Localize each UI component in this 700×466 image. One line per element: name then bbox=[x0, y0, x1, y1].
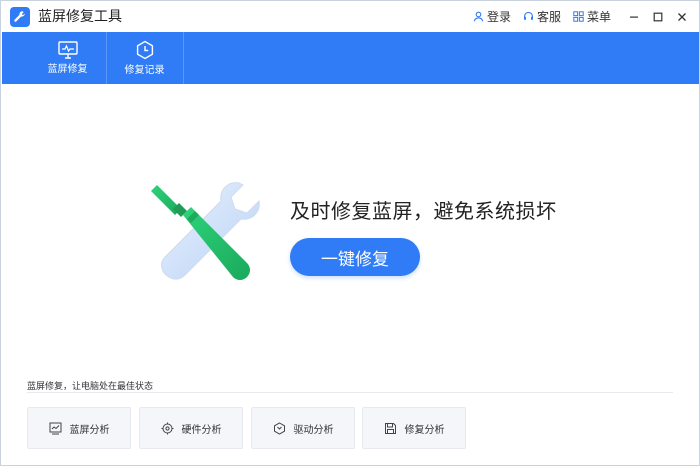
wrench-logo-icon bbox=[10, 7, 30, 27]
maximize-button[interactable] bbox=[647, 6, 669, 28]
close-button[interactable] bbox=[671, 6, 693, 28]
close-icon bbox=[678, 12, 686, 21]
maximize-icon bbox=[653, 12, 663, 21]
wrench-screwdriver-illustration bbox=[151, 182, 260, 280]
tool-label: 修复分析 bbox=[404, 424, 445, 436]
nav-divider bbox=[183, 32, 184, 84]
nav-item-bluescreen-repair[interactable]: 蓝屏修复 bbox=[29, 32, 106, 84]
login-link[interactable]: 登录 bbox=[473, 8, 511, 25]
hardware-icon bbox=[161, 422, 173, 434]
menu-label: 菜单 bbox=[586, 10, 611, 24]
login-label: 登录 bbox=[486, 10, 511, 24]
headset-icon bbox=[523, 11, 533, 20]
repair-analysis-button[interactable]: 修复分析 bbox=[362, 407, 466, 449]
driver-analysis-button[interactable]: 驱动分析 bbox=[251, 407, 355, 449]
nav-bar: 蓝屏修复 修复记录 bbox=[2, 32, 699, 84]
tool-label: 硬件分析 bbox=[181, 424, 222, 436]
title-bar: 蓝屏修复工具 登录 客服 菜单 bbox=[1, 1, 699, 32]
driver-icon bbox=[273, 421, 285, 435]
one-click-repair-button[interactable]: 一键修复 bbox=[290, 238, 420, 276]
service-link[interactable]: 客服 bbox=[523, 8, 561, 25]
hardware-analysis-button[interactable]: 硬件分析 bbox=[139, 407, 243, 449]
disk-icon bbox=[384, 422, 396, 434]
chart-icon bbox=[49, 422, 61, 434]
app-title: 蓝屏修复工具 bbox=[38, 9, 122, 25]
nav-item-label: 蓝屏修复 bbox=[47, 63, 88, 75]
bluescreen-analysis-button[interactable]: 蓝屏分析 bbox=[27, 407, 131, 449]
footer-divider bbox=[27, 392, 673, 393]
tool-label: 驱动分析 bbox=[293, 424, 334, 436]
minimize-button[interactable] bbox=[623, 6, 645, 28]
menu-link[interactable]: 菜单 bbox=[573, 8, 611, 25]
app-window: 蓝屏修复工具 登录 客服 菜单 蓝屏修复 修复记录 及时修复蓝屏，避免系统损坏 … bbox=[0, 0, 700, 466]
minimize-icon bbox=[630, 16, 638, 18]
nav-item-label: 修复记录 bbox=[124, 64, 165, 76]
service-label: 客服 bbox=[536, 10, 561, 24]
nav-item-repair-history[interactable]: 修复记录 bbox=[106, 32, 183, 84]
clock-icon bbox=[136, 40, 153, 59]
hero-headline: 及时修复蓝屏，避免系统损坏 bbox=[290, 199, 557, 223]
user-icon bbox=[473, 11, 484, 22]
tool-label: 蓝屏分析 bbox=[69, 424, 110, 436]
grid-menu-icon bbox=[573, 11, 584, 22]
monitor-icon bbox=[57, 40, 78, 59]
